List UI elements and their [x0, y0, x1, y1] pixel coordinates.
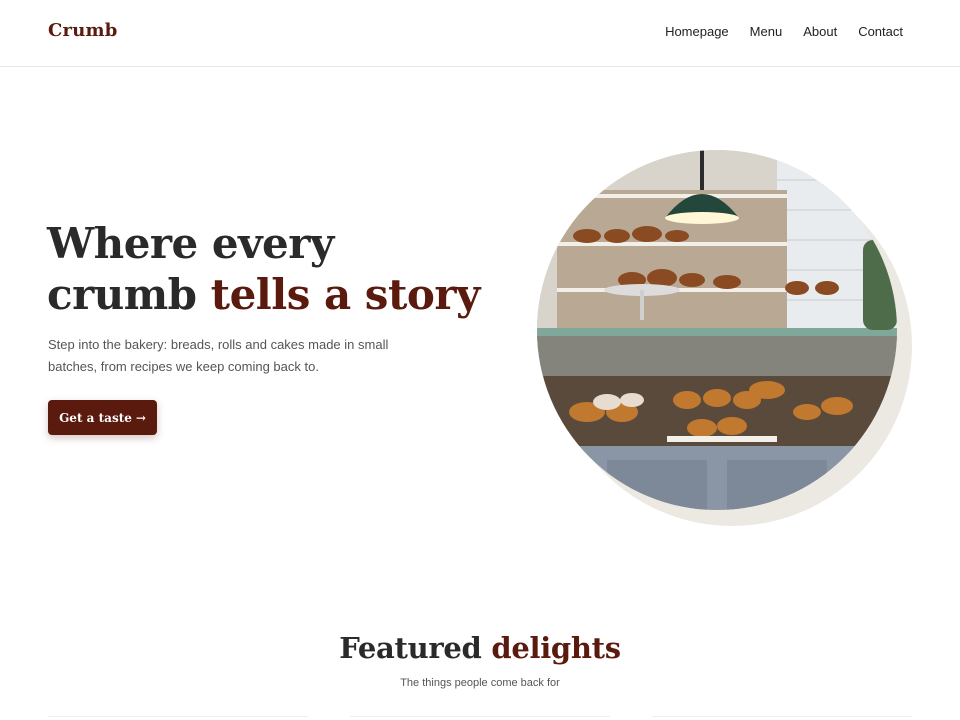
hero-subtitle: Step into the bakery: breads, rolls and …	[48, 337, 389, 374]
featured-title-plain: Featured	[339, 631, 492, 665]
hero-title: Where every crumb tells a story	[47, 218, 487, 320]
featured-card-2[interactable]	[350, 716, 610, 720]
featured-subtitle: The things people come back for	[400, 677, 560, 689]
featured-title: Featured delights	[0, 628, 960, 668]
featured-card-3[interactable]	[652, 716, 912, 720]
site-header: Crumb Homepage Menu About Contact	[0, 0, 960, 67]
bakery-display-illustration	[537, 150, 897, 510]
nav-menu[interactable]: Menu	[750, 24, 783, 40]
featured-card-1[interactable]	[48, 716, 308, 720]
featured-title-accent: delights	[491, 631, 621, 665]
main-nav: Homepage Menu About Contact	[665, 24, 903, 40]
brand-logo[interactable]: Crumb	[48, 20, 118, 41]
hero-image	[537, 150, 897, 510]
get-a-taste-button[interactable]: Get a taste →	[48, 400, 157, 435]
cta-label: Get a taste	[59, 410, 132, 425]
arrow-right-icon: →	[135, 410, 146, 425]
nav-contact[interactable]: Contact	[858, 24, 903, 40]
hero-title-line2: crumb	[47, 270, 211, 319]
nav-homepage[interactable]: Homepage	[665, 24, 729, 40]
hero-title-line1: Where every	[47, 219, 334, 268]
nav-about[interactable]: About	[803, 24, 837, 40]
hero-title-accent: tells a story	[210, 270, 481, 319]
